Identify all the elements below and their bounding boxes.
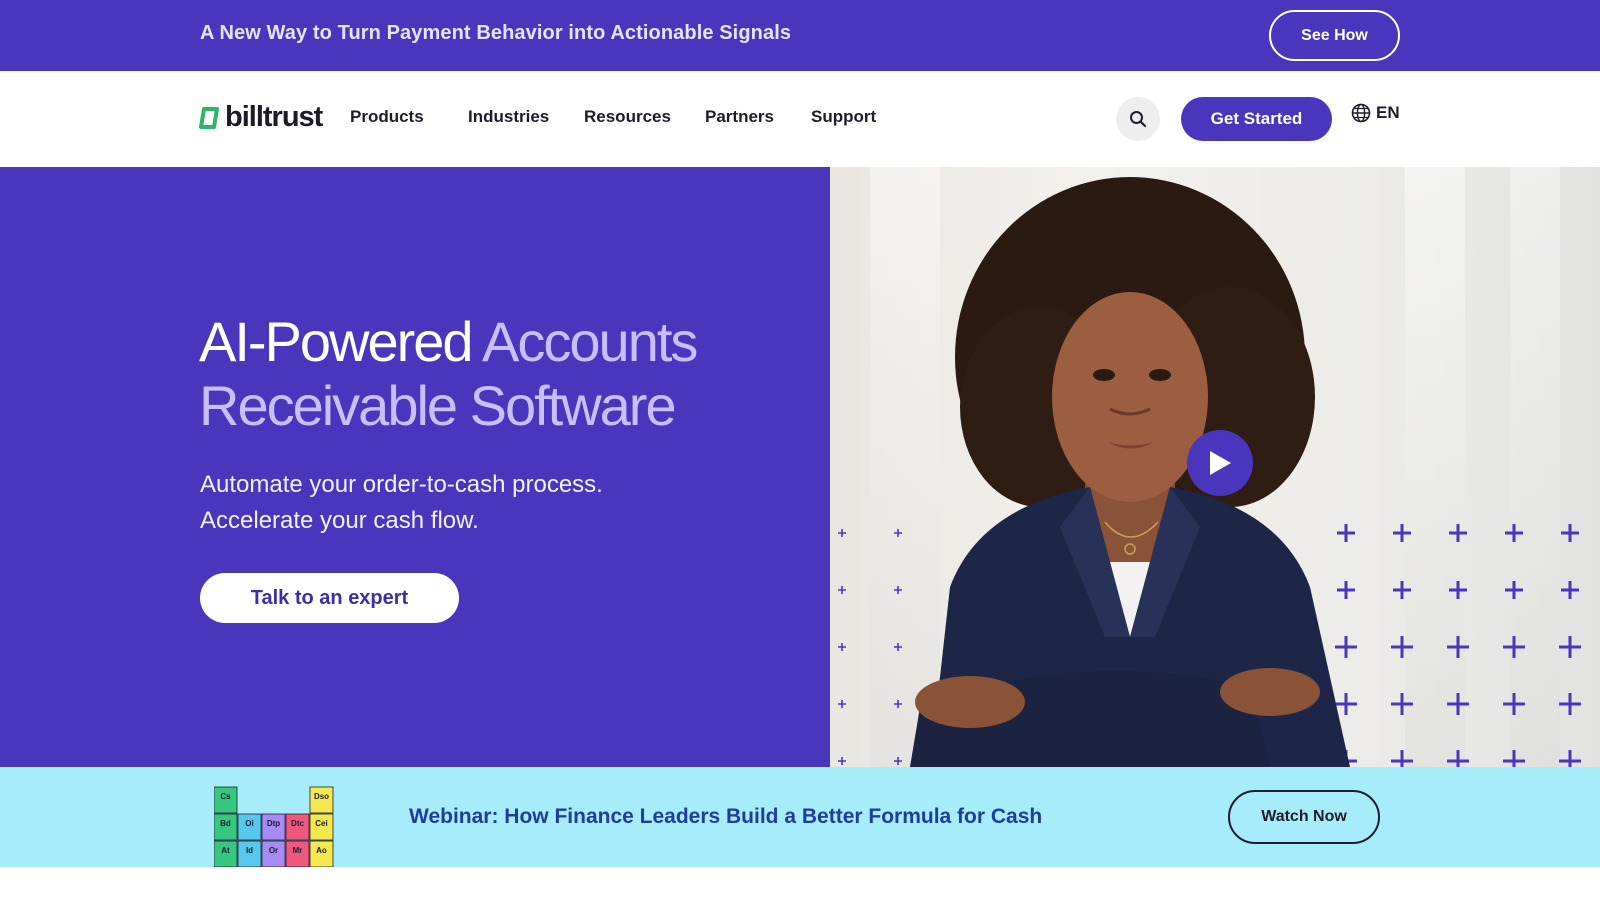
logo-text: billtrust bbox=[225, 101, 323, 133]
plus-mark bbox=[1447, 636, 1469, 658]
hero-title-highlight: AI-Powered bbox=[199, 310, 474, 373]
plus-mark bbox=[1337, 581, 1355, 599]
logo-mark-icon bbox=[199, 106, 219, 129]
plus-mark bbox=[1559, 750, 1581, 767]
plus-mark bbox=[1503, 693, 1525, 715]
plus-mark bbox=[1393, 524, 1411, 542]
periodic-cell-symbol: Dso bbox=[314, 792, 329, 801]
plus-mark bbox=[1559, 636, 1581, 658]
globe-icon bbox=[1351, 103, 1371, 123]
plus-mark bbox=[894, 757, 902, 765]
search-icon bbox=[1130, 111, 1147, 128]
periodic-cell-symbol: At bbox=[221, 846, 230, 855]
talk-to-expert-button[interactable]: Talk to an expert bbox=[200, 573, 459, 623]
language-label: EN bbox=[1376, 103, 1400, 122]
periodic-cell-symbol: Bd bbox=[220, 819, 231, 828]
webinar-link[interactable]: Webinar: How Finance Leaders Build a Bet… bbox=[409, 805, 1042, 829]
announcement-text[interactable]: A New Way to Turn Payment Behavior into … bbox=[200, 22, 791, 45]
hero-title-line2: Receivable Software bbox=[199, 374, 677, 437]
plus-mark bbox=[894, 643, 902, 651]
plus-mark bbox=[838, 700, 846, 708]
plus-mark bbox=[894, 586, 902, 594]
nav-item-partners[interactable]: Partners bbox=[705, 107, 811, 127]
periodic-cell-symbol: Or bbox=[269, 846, 278, 855]
plus-mark bbox=[1447, 750, 1469, 767]
watch-now-button[interactable]: Watch Now bbox=[1228, 790, 1380, 844]
periodic-table-image: Cs Bd At Oi Id Dtp Or Dtc Mr Dso Cei Ao bbox=[214, 786, 334, 867]
hero-subtitle: Automate your order-to-cash process. Acc… bbox=[200, 467, 603, 539]
plus-mark bbox=[1337, 524, 1355, 542]
get-started-button[interactable]: Get Started bbox=[1181, 97, 1332, 141]
hero-title-line1: Accounts bbox=[482, 310, 698, 373]
play-icon bbox=[1210, 451, 1231, 475]
plus-mark bbox=[1391, 693, 1413, 715]
plus-mark bbox=[838, 586, 846, 594]
see-how-button[interactable]: See How bbox=[1269, 10, 1400, 61]
plus-mark bbox=[1505, 524, 1523, 542]
periodic-cell-symbol: Dtc bbox=[291, 819, 304, 828]
nav-links: Products Industries Resources Partners S… bbox=[350, 107, 876, 127]
announcement-bar: A New Way to Turn Payment Behavior into … bbox=[0, 0, 1600, 71]
plus-mark bbox=[1447, 693, 1469, 715]
billtrust-logo[interactable]: billtrust bbox=[199, 101, 323, 134]
plus-mark bbox=[1505, 581, 1523, 599]
plus-mark bbox=[1503, 636, 1525, 658]
plus-mark bbox=[838, 643, 846, 651]
periodic-cell-symbol: Oi bbox=[245, 819, 253, 828]
periodic-cell-symbol: Cs bbox=[220, 792, 231, 801]
plus-mark bbox=[1391, 636, 1413, 658]
plus-mark bbox=[838, 757, 846, 765]
nav-item-industries[interactable]: Industries bbox=[468, 107, 584, 127]
nav-item-resources[interactable]: Resources bbox=[584, 107, 705, 127]
plus-mark bbox=[1393, 581, 1411, 599]
plus-mark bbox=[1559, 693, 1581, 715]
hero-subtitle-line1: Automate your order-to-cash process. bbox=[200, 471, 603, 498]
periodic-cell-symbol: Dtp bbox=[267, 819, 280, 828]
webinar-banner: Cs Bd At Oi Id Dtp Or Dtc Mr Dso Cei Ao Webinar: Ho… bbox=[0, 767, 1600, 867]
hero-section: AI-Powered Accounts Receivable Software … bbox=[0, 167, 830, 767]
plus-mark bbox=[1503, 750, 1525, 767]
language-selector[interactable]: EN bbox=[1351, 103, 1400, 123]
periodic-cell-symbol: Mr bbox=[293, 846, 303, 855]
plus-mark bbox=[1391, 750, 1413, 767]
plus-mark bbox=[894, 700, 902, 708]
hero-title: AI-Powered Accounts Receivable Software bbox=[199, 310, 698, 438]
plus-mark bbox=[1335, 636, 1357, 658]
plus-mark bbox=[1449, 581, 1467, 599]
plus-mark bbox=[1449, 524, 1467, 542]
plus-mark bbox=[894, 529, 902, 537]
plus-mark bbox=[1561, 581, 1579, 599]
main-nav: billtrust Products Industries Resources … bbox=[0, 71, 1600, 167]
nav-item-support[interactable]: Support bbox=[811, 107, 876, 127]
plus-mark bbox=[1335, 693, 1357, 715]
plus-mark bbox=[838, 529, 846, 537]
periodic-cell-symbol: Id bbox=[246, 846, 253, 855]
play-video-button[interactable] bbox=[1187, 430, 1253, 496]
hero-subtitle-line2: Accelerate your cash flow. bbox=[200, 507, 479, 534]
search-button[interactable] bbox=[1116, 97, 1160, 141]
periodic-cell-symbol: Ao bbox=[316, 846, 327, 855]
hero-video-thumbnail[interactable] bbox=[830, 167, 1600, 767]
plus-mark bbox=[1561, 524, 1579, 542]
periodic-cell-symbol: Cei bbox=[315, 819, 327, 828]
nav-item-products[interactable]: Products bbox=[350, 107, 468, 127]
